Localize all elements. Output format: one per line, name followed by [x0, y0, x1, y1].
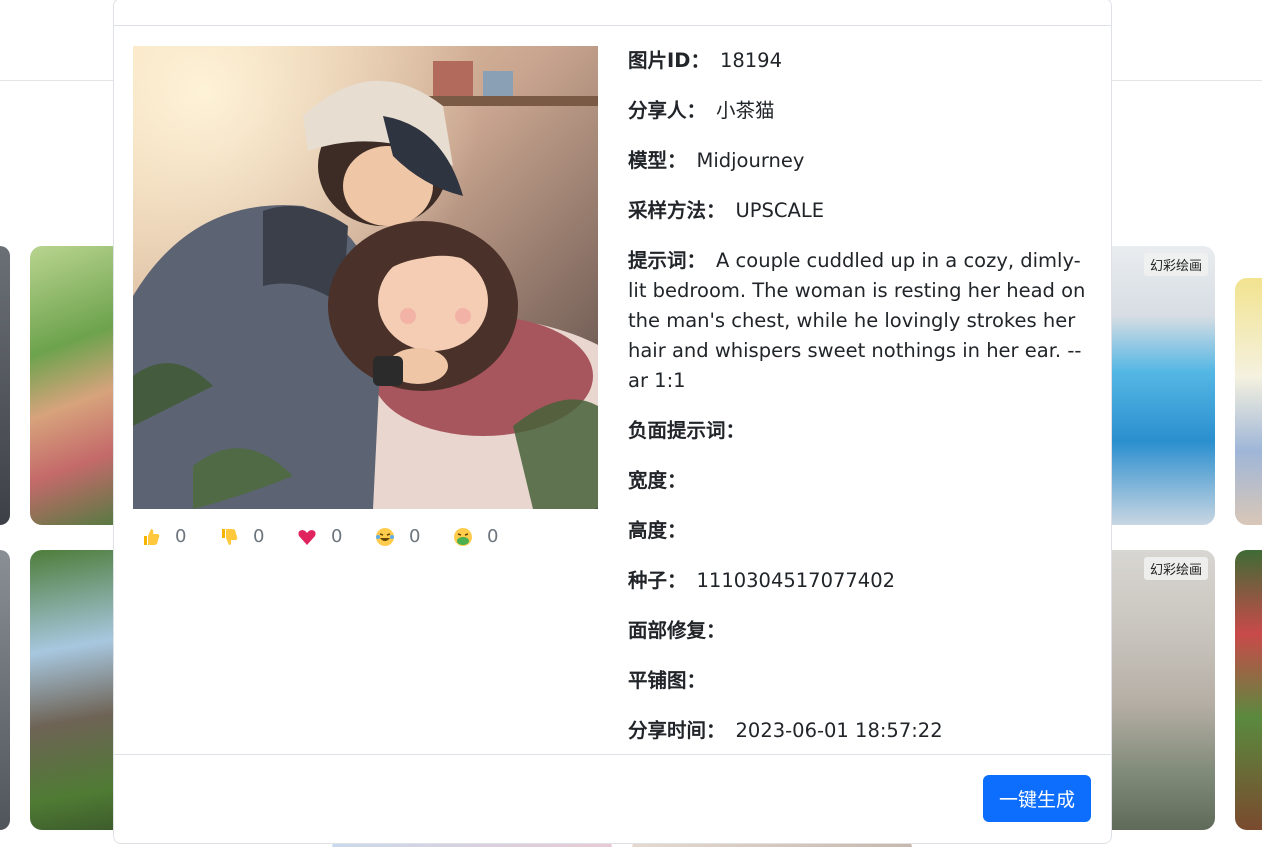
- gallery-card[interactable]: [1235, 550, 1262, 830]
- detail-value: Midjourney: [696, 149, 805, 172]
- detail-label: 分享人：: [628, 99, 707, 122]
- detail-prompt: 提示词： A couple cuddled up in a cozy, dimly…: [628, 246, 1098, 396]
- detail-label: 模型：: [628, 149, 687, 172]
- gallery-card[interactable]: [1235, 278, 1262, 525]
- reaction-thumbs-up[interactable]: 0: [141, 526, 219, 547]
- detail-value: 2023-06-01 18:57:22: [735, 719, 943, 742]
- detail-label: 图片ID：: [628, 49, 710, 72]
- detail-model: 模型： Midjourney: [628, 146, 1098, 176]
- detail-value: UPSCALE: [735, 199, 825, 222]
- detail-value: 18194: [719, 49, 782, 72]
- detail-seed: 种子： 1110304517077402: [628, 566, 1098, 596]
- detail-label: 分享时间：: [628, 719, 726, 742]
- gallery-card[interactable]: [0, 246, 10, 525]
- detail-label: 宽度：: [628, 469, 687, 492]
- thumbs-up-icon: [144, 528, 160, 545]
- detail-label: 种子：: [628, 569, 687, 592]
- detail-label: 高度：: [628, 519, 687, 542]
- gallery-card[interactable]: [0, 550, 10, 830]
- gallery-card[interactable]: 幻彩绘画: [1100, 550, 1215, 830]
- card-badge: 幻彩绘画: [1143, 253, 1208, 276]
- detail-sharer: 分享人： 小茶猫: [628, 96, 1098, 126]
- modal-footer: 一键生成: [114, 754, 1111, 843]
- detail-sampler: 采样方法： UPSCALE: [628, 196, 1098, 226]
- heart-icon: [298, 529, 316, 545]
- artwork-image: [133, 46, 598, 509]
- image-details: 图片ID： 18194 分享人： 小茶猫 模型： Midjourney 采样方法： UP…: [628, 46, 1098, 766]
- detail-label: 面部修复：: [628, 619, 726, 642]
- detail-height: 高度：: [628, 516, 1098, 546]
- nauseated-icon: [454, 527, 472, 546]
- gallery-card[interactable]: 幻彩绘画: [1100, 246, 1215, 525]
- generate-button[interactable]: 一键生成: [982, 775, 1091, 822]
- reaction-nauseated[interactable]: 0: [453, 526, 531, 547]
- detail-value: 1110304517077402: [696, 569, 896, 592]
- detail-share-time: 分享时间： 2023-06-01 18:57:22: [628, 716, 1098, 746]
- reaction-bar: 0 0 0 0 0: [141, 526, 531, 547]
- reaction-count: 0: [331, 526, 343, 547]
- reaction-thumbs-down[interactable]: 0: [219, 526, 297, 547]
- modal-header: [114, 0, 1111, 26]
- detail-label: 采样方法：: [628, 199, 726, 222]
- detail-label: 提示词：: [628, 249, 707, 272]
- reaction-heart[interactable]: 0: [297, 526, 375, 547]
- detail-label: 平铺图：: [628, 669, 707, 692]
- detail-label: 负面提示词：: [628, 419, 746, 442]
- reaction-count: 0: [409, 526, 421, 547]
- detail-negative-prompt: 负面提示词：: [628, 416, 1098, 446]
- reaction-count: 0: [175, 526, 187, 547]
- detail-face-restore: 面部修复：: [628, 616, 1098, 646]
- reaction-count: 0: [487, 526, 499, 547]
- detail-width: 宽度：: [628, 466, 1098, 496]
- detail-image-id: 图片ID： 18194: [628, 46, 1098, 76]
- detail-tiling: 平铺图：: [628, 666, 1098, 696]
- reaction-laughing[interactable]: 0: [375, 526, 453, 547]
- reaction-count: 0: [253, 526, 265, 547]
- image-detail-modal: 0 0 0 0 0 图片ID： 18194 分享人： 小茶猫 模型： Midjo…: [113, 0, 1112, 844]
- detail-value: 小茶猫: [716, 99, 775, 122]
- card-badge: 幻彩绘画: [1143, 557, 1208, 580]
- laughing-icon: [376, 527, 394, 546]
- artwork-illustration: [133, 46, 598, 509]
- thumbs-down-icon: [222, 528, 238, 545]
